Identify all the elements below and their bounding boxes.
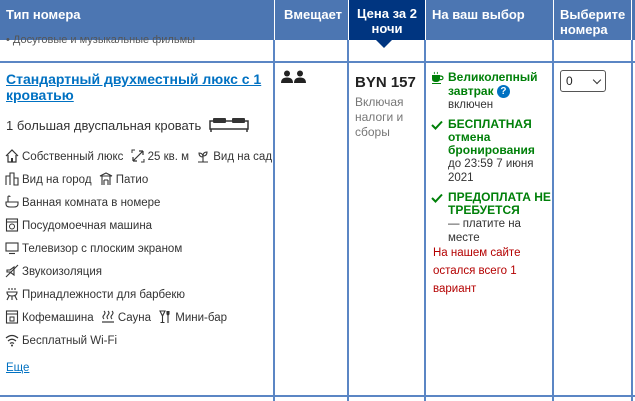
garden-icon: [196, 149, 210, 163]
select-value: 0: [566, 74, 573, 88]
facility-label: Ванная комната в номере: [22, 197, 161, 209]
minibar-icon: [158, 310, 172, 324]
two-guests-icon: [281, 70, 307, 87]
more-facilities-link[interactable]: Еще: [6, 362, 29, 374]
no-prepayment-option: ПРЕДОПЛАТА НЕ ТРЕБУЕТСЯ — платите на мес…: [431, 191, 551, 245]
breakfast-title: Великолепный завтрак: [448, 70, 538, 98]
header-sleeps: Вмещает: [284, 7, 343, 22]
facility-row: Ванная комната в номере: [5, 195, 160, 211]
facility-row: Кофемашина Сауна Мини-бар: [5, 310, 227, 326]
cancellation-title: БЕСПЛАТНАЯ отмена бронирования: [448, 117, 535, 157]
soundproof-icon: [5, 264, 19, 278]
city-icon: [5, 172, 19, 186]
facility-row: Собственный люкс 25 кв. м Вид на сад: [5, 149, 272, 165]
header-price: Цена за 2 ночи: [349, 0, 425, 40]
wifi-icon: [5, 333, 19, 347]
bed-label: 1 большая двуспальная кровать: [6, 117, 202, 133]
facility-label: Вид на город: [22, 174, 92, 186]
facility-label: Телевизор с плоским экраном: [22, 243, 183, 255]
facility-label: Патио: [115, 174, 149, 186]
previous-row-text: • Досуговые и музыкальные фильмы: [6, 34, 196, 46]
header-your-choice: На ваш выбор: [432, 7, 525, 22]
facility-label: 25 кв. м: [147, 151, 190, 163]
facility-row: Телевизор с плоским экраном: [5, 241, 182, 257]
facility-row: Вид на город Патио: [5, 172, 148, 188]
room-price: BYN 157: [355, 74, 416, 91]
price-note: Включая налоги и сборы: [355, 95, 404, 139]
facility-label: Принадлежности для барбекю: [22, 289, 186, 301]
room-quantity-select[interactable]: 0: [560, 70, 606, 92]
facility-label: Сауна: [117, 312, 152, 324]
price-sort-arrow: [376, 40, 392, 48]
patio-icon: [99, 172, 113, 186]
tv-icon: [5, 241, 19, 255]
prepayment-title: ПРЕДОПЛАТА НЕ ТРЕБУЕТСЯ: [448, 190, 551, 217]
breakfast-sub: включен: [448, 99, 494, 111]
facility-label: Вид на сад: [213, 151, 273, 163]
checkmark-icon: [431, 119, 443, 134]
coffee-cup-icon: [431, 71, 444, 87]
header-select-rooms: Выберите номера: [560, 7, 626, 37]
bed-info: 1 большая двуспальная кровать: [6, 117, 249, 136]
bbq-icon: [5, 287, 19, 301]
facility-label: Кофемашина: [22, 312, 94, 324]
sauna-icon: [101, 310, 115, 324]
facility-row: Звукоизоляция: [5, 264, 102, 280]
coffee-machine-icon: [5, 310, 19, 324]
checkmark-icon: [431, 192, 443, 207]
facility-label: Бесплатный Wi-Fi: [22, 335, 118, 347]
dishwasher-icon: [5, 218, 19, 232]
house-icon: [5, 149, 19, 163]
facility-label: Посудомоечная машина: [22, 220, 153, 232]
double-bed-icon: [209, 117, 249, 136]
prepayment-sub: — платите на месте: [448, 218, 521, 244]
facility-label: Собственный люкс: [22, 151, 124, 163]
breakfast-option: Великолепный завтрак ? включен: [431, 70, 551, 112]
facility-label: Мини-бар: [175, 312, 227, 324]
area-icon: [131, 149, 145, 163]
room-title-link[interactable]: Стандартный двухместный люкс с 1 кровать…: [6, 71, 266, 103]
facility-label: Звукоизоляция: [22, 266, 102, 278]
chevron-down-icon: [592, 75, 602, 85]
scarcity-message: На нашем сайте остался всего 1 вариант: [433, 247, 521, 295]
cancellation-sub: до 23:59 7 июня 2021: [448, 158, 534, 184]
help-icon[interactable]: ?: [496, 85, 510, 98]
bath-icon: [5, 195, 19, 209]
facility-row: Принадлежности для барбекю: [5, 287, 185, 303]
facility-row: Бесплатный Wi-Fi: [5, 333, 117, 349]
facility-row: Посудомоечная машина: [5, 218, 152, 234]
free-cancellation-option: БЕСПЛАТНАЯ отмена бронирования до 23:59 …: [431, 118, 551, 185]
